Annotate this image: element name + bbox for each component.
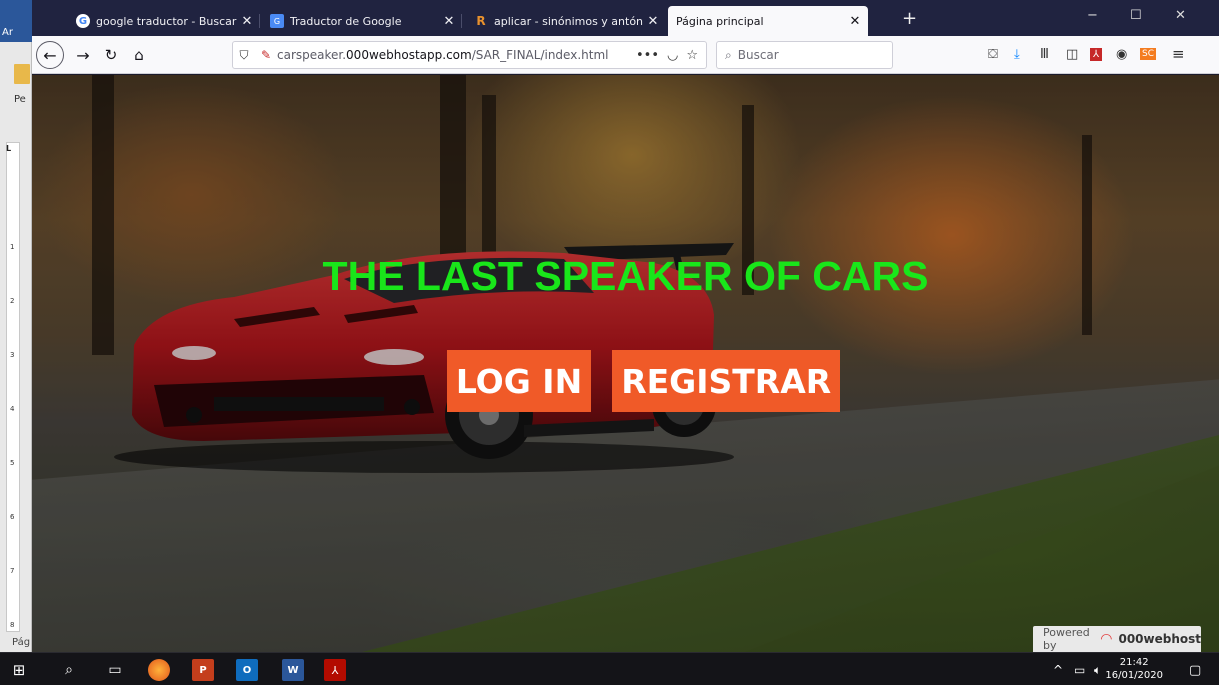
- wordreference-icon: R: [476, 14, 486, 28]
- word-titlebar: [0, 0, 32, 22]
- extension-sc-icon[interactable]: SC: [1140, 48, 1156, 60]
- tab-pagina-principal[interactable]: Página principal ✕: [668, 6, 868, 36]
- word-icon[interactable]: W: [282, 659, 304, 681]
- browser-tab-strip: G google traductor - Buscar con ✕ G Trad…: [32, 0, 1219, 36]
- ruler-number: 2: [10, 297, 15, 305]
- ruler-number: 7: [10, 567, 15, 575]
- url-prefix: carspeaker.: [277, 48, 347, 62]
- arrow-right-icon: →: [76, 45, 90, 65]
- tab-label: aplicar - sinónimos y antónimo: [494, 14, 644, 28]
- battery-icon[interactable]: ▭: [1074, 663, 1085, 677]
- firefox-icon[interactable]: [148, 659, 170, 681]
- word-panel-fragment: Pe: [14, 94, 26, 105]
- register-button[interactable]: REGISTRAR: [612, 350, 841, 412]
- ruler-corner: L: [6, 144, 12, 153]
- bookmark-star-icon[interactable]: ☆: [686, 48, 698, 63]
- powered-by-brand: 000webhost: [1118, 632, 1201, 646]
- close-icon[interactable]: ✕: [846, 14, 864, 29]
- close-icon[interactable]: ✕: [440, 14, 458, 29]
- clock[interactable]: 21:42 16/01/2020: [1105, 656, 1163, 682]
- reload-icon: ↻: [104, 46, 118, 64]
- url-path: /SAR_FINAL/index.html: [471, 48, 609, 62]
- vertical-ruler: [6, 142, 20, 632]
- search-icon: ⌕: [725, 47, 732, 62]
- adobe-pdf-icon[interactable]: ⅄: [1090, 48, 1103, 61]
- task-view-icon[interactable]: ▭: [104, 659, 126, 681]
- tab-google-search[interactable]: G google traductor - Buscar con ✕: [68, 6, 260, 36]
- close-icon[interactable]: ✕: [644, 14, 662, 29]
- close-window-button[interactable]: ✕: [1175, 8, 1186, 23]
- google-translate-icon: G: [270, 14, 284, 28]
- url-bar[interactable]: ⛉ ✎ carspeaker. 000webhostapp.com/SAR_FIN…: [232, 41, 707, 69]
- ruler-number: 1: [10, 243, 15, 251]
- insecure-lock-icon[interactable]: ✎: [255, 48, 277, 62]
- acrobat-icon[interactable]: ⅄: [324, 659, 346, 681]
- url-domain: 000webhostapp.com: [346, 48, 472, 62]
- clock-time: 21:42: [1119, 657, 1149, 668]
- volume-icon[interactable]: 🔈︎: [1094, 663, 1101, 678]
- reload-button[interactable]: ↻: [98, 42, 124, 68]
- tab-label: Traductor de Google: [290, 14, 402, 28]
- navigation-toolbar: ← → ↻ ⌂ ⛉ ✎ carspeaker. 000webhostapp.com…: [32, 36, 1219, 74]
- new-tab-button[interactable]: +: [902, 8, 917, 29]
- windows-taskbar: ⊞ ⌕ ▭ P O W ⅄ ^ ▭ 🔈︎ 21:42 16/01/2020 ▢: [0, 652, 1219, 685]
- ruler-number: 4: [10, 405, 15, 413]
- page-actions-icon[interactable]: •••: [636, 48, 659, 63]
- close-icon[interactable]: ✕: [238, 14, 256, 29]
- library-icon[interactable]: Ⅲ: [1040, 47, 1049, 62]
- word-menu-fragment[interactable]: Ar: [0, 22, 32, 42]
- menu-icon[interactable]: ≡: [1172, 45, 1185, 63]
- pocket-icon[interactable]: ◡: [667, 48, 678, 63]
- word-status-fragment: Pág: [12, 637, 31, 648]
- forward-button[interactable]: →: [70, 42, 96, 68]
- search-input[interactable]: ⌕ Buscar: [716, 41, 893, 69]
- download-icon[interactable]: ⤓: [1014, 47, 1020, 62]
- word-window-sliver: Ar Pe L 1 2 3 4 5 6 7 8 Pág: [0, 0, 32, 652]
- notifications-icon[interactable]: ▢: [1189, 663, 1201, 678]
- account-icon[interactable]: ◉: [1116, 47, 1127, 62]
- tab-label: Página principal: [676, 14, 764, 28]
- powerpoint-icon[interactable]: P: [192, 659, 214, 681]
- home-button[interactable]: ⌂: [126, 42, 152, 68]
- ruler-number: 6: [10, 513, 15, 521]
- screen: Ar Pe L 1 2 3 4 5 6 7 8 Pág G google tra…: [0, 0, 1219, 685]
- shield-icon[interactable]: ⛉: [233, 48, 255, 63]
- powered-by-badge[interactable]: Powered by ◠ 000webhost: [1033, 626, 1201, 652]
- ruler-number: 3: [10, 351, 15, 359]
- minimize-button[interactable]: −: [1087, 8, 1098, 23]
- home-icon: ⌂: [134, 46, 144, 64]
- chevron-up-icon[interactable]: ^: [1053, 663, 1063, 677]
- ruler-number: 5: [10, 459, 15, 467]
- login-button[interactable]: LOG IN: [446, 350, 592, 412]
- outlook-icon[interactable]: O: [236, 659, 258, 681]
- tab-wordreference[interactable]: R aplicar - sinónimos y antónimo ✕: [466, 6, 666, 36]
- page-title: THE LAST SPEAKER OF CARS: [322, 253, 929, 299]
- ruler-number: 8: [10, 621, 15, 629]
- tab-google-translate[interactable]: G Traductor de Google ✕: [262, 6, 462, 36]
- search-placeholder: Buscar: [737, 48, 779, 62]
- tab-label: google traductor - Buscar con: [96, 14, 238, 28]
- sidebar-icon[interactable]: ◫: [1066, 47, 1078, 62]
- folder-icon[interactable]: [14, 64, 30, 84]
- reader-icon[interactable]: ⛋: [988, 47, 998, 62]
- back-button[interactable]: ←: [36, 41, 64, 69]
- maximize-button[interactable]: ☐: [1130, 8, 1142, 23]
- arrow-left-icon: ←: [43, 45, 57, 65]
- search-icon[interactable]: ⌕: [58, 659, 80, 681]
- auth-button-group: LOG IN REGISTRAR: [32, 350, 1219, 412]
- 000webhost-logo-icon: ◠: [1100, 631, 1113, 647]
- clock-date: 16/01/2020: [1105, 670, 1163, 681]
- powered-by-prefix: Powered by: [1043, 626, 1090, 652]
- page-viewport: THE LAST SPEAKER OF CARS LOG IN REGISTRA…: [32, 75, 1219, 652]
- windows-start-icon[interactable]: ⊞: [8, 659, 30, 681]
- google-icon: G: [76, 14, 90, 28]
